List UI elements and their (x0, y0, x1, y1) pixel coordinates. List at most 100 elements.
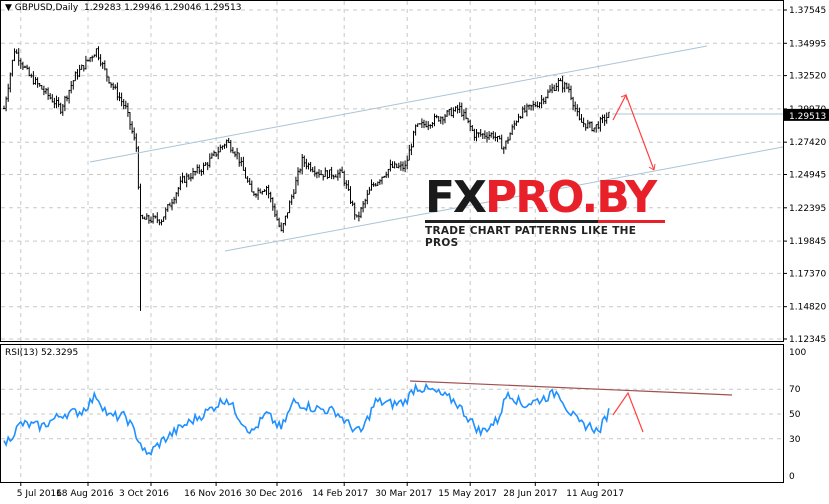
rsi-trend-line (409, 380, 733, 396)
ohlc-bar (82, 64, 85, 72)
ohlc-bar (395, 163, 398, 169)
ohlc-bar (17, 48, 20, 66)
ohlc-bar (603, 114, 606, 126)
ohlc-bar (24, 65, 26, 68)
ohlc-bar (339, 168, 341, 178)
ohlc-bar (68, 89, 71, 104)
ohlc-bar (290, 194, 293, 205)
ohlc-bar (601, 114, 604, 124)
ohlc-bar (462, 109, 465, 121)
ohlc-bar (261, 190, 264, 195)
ohlc-bar (255, 193, 257, 198)
ohlc-bar (448, 108, 451, 116)
ohlc-bar (374, 183, 377, 187)
ohlc-bar (341, 166, 344, 173)
ohlc-bar (414, 124, 417, 136)
ohlc-bar (95, 48, 98, 58)
ohlc-bar (429, 124, 432, 129)
logo-text-right: PRO.BY (484, 172, 657, 223)
ohlc-bar (265, 185, 268, 196)
ohlc-bar (61, 104, 64, 116)
ohlc-bar (343, 170, 346, 186)
ohlc-bar (47, 87, 50, 100)
ohlc-bar (78, 64, 81, 78)
ohlc-bar (439, 116, 442, 124)
ohlc-bar (399, 161, 402, 171)
ohlc-bar (156, 212, 159, 224)
ohlc-bar (139, 183, 142, 311)
ohlc-bar (34, 76, 37, 85)
ohlc-bar (206, 162, 209, 171)
ohlc-bar (217, 146, 220, 160)
ohlc-bar (66, 95, 68, 102)
price-panel-frame (0, 0, 784, 342)
ohlc-bar (549, 85, 551, 93)
ohlc-bar (133, 127, 136, 141)
ohlc-bar (307, 162, 310, 170)
ohlc-bar (534, 101, 537, 107)
ohlc-bar (387, 168, 390, 178)
ohlc-bar (30, 73, 33, 78)
ohlc-bar (507, 136, 509, 144)
ohlc-bar (305, 158, 308, 170)
ohlc-bar (160, 219, 163, 226)
low-value: 1.29046 (164, 3, 202, 13)
chart-window[interactable]: 1.375451.349951.325201.299701.274201.249… (0, 0, 829, 504)
ohlc-bar (381, 176, 383, 185)
ohlc-bar (328, 169, 331, 179)
ohlc-bar (112, 82, 115, 91)
chart-canvas[interactable]: 1.375451.349951.325201.299701.274201.249… (0, 0, 829, 504)
ohlc-bar (51, 94, 54, 103)
ohlc-bar (530, 104, 533, 111)
ohlc-bar (502, 146, 505, 154)
ohlc-bar (521, 106, 524, 119)
ohlc-bar (288, 200, 291, 214)
price-axis-label: 1.22395 (789, 204, 826, 214)
ohlc-bar (465, 107, 467, 120)
logo-tagline: TRADE CHART PATTERNS LIKE THE PROS (425, 225, 637, 249)
ohlc-bar (355, 214, 358, 218)
ohlc-bar (383, 175, 386, 179)
ohlc-bar (410, 143, 413, 156)
ohlc-bar (278, 217, 281, 228)
ohlc-bar (215, 151, 218, 157)
ohlc-bar (154, 215, 157, 219)
ohlc-bar (280, 222, 283, 232)
ohlc-bar (244, 167, 247, 179)
ohlc-bar (479, 128, 482, 137)
ohlc-bar (372, 182, 375, 187)
ohlc-bar (15, 49, 18, 54)
ohlc-bar (494, 132, 497, 142)
ohlc-bar (446, 110, 449, 117)
ohlc-bar (490, 132, 493, 138)
time-axis-label: 11 Aug 2017 (566, 489, 624, 499)
ohlc-bar (164, 207, 167, 220)
ohlc-bar (336, 169, 339, 181)
logo-text-left: FX (425, 172, 487, 223)
ohlc-bar (393, 161, 396, 169)
ohlc-bar (120, 92, 123, 107)
ohlc-bar (572, 96, 575, 111)
ohlc-bar (257, 187, 260, 200)
ohlc-bar (578, 107, 581, 121)
rsi-axis-label: 50 (789, 410, 801, 420)
ohlc-bar (246, 176, 249, 183)
time-axis-label: 3 Oct 2016 (119, 489, 169, 499)
ohlc-bar (105, 68, 108, 82)
ohlc-bar (427, 121, 430, 131)
ohlc-bar (208, 153, 211, 168)
ohlc-bar (213, 150, 215, 157)
ohlc-bar (473, 128, 476, 141)
ohlc-bar (40, 85, 43, 90)
price-axis-label: 1.24945 (789, 171, 826, 181)
ohlc-bar (263, 189, 266, 193)
ohlc-bar (362, 200, 365, 213)
open-value: 1.29283 (83, 3, 122, 13)
ohlc-bar (36, 77, 39, 88)
symbol-header: ▼ GBPUSD,Daily 1.29283 1.29946 1.29046 1… (5, 3, 242, 13)
ohlc-bar (483, 130, 486, 140)
ohlc-bar (231, 147, 234, 154)
ohlc-bar (171, 199, 173, 211)
ohlc-bar (202, 162, 205, 175)
current-price-label: 1.29513 (789, 112, 826, 122)
